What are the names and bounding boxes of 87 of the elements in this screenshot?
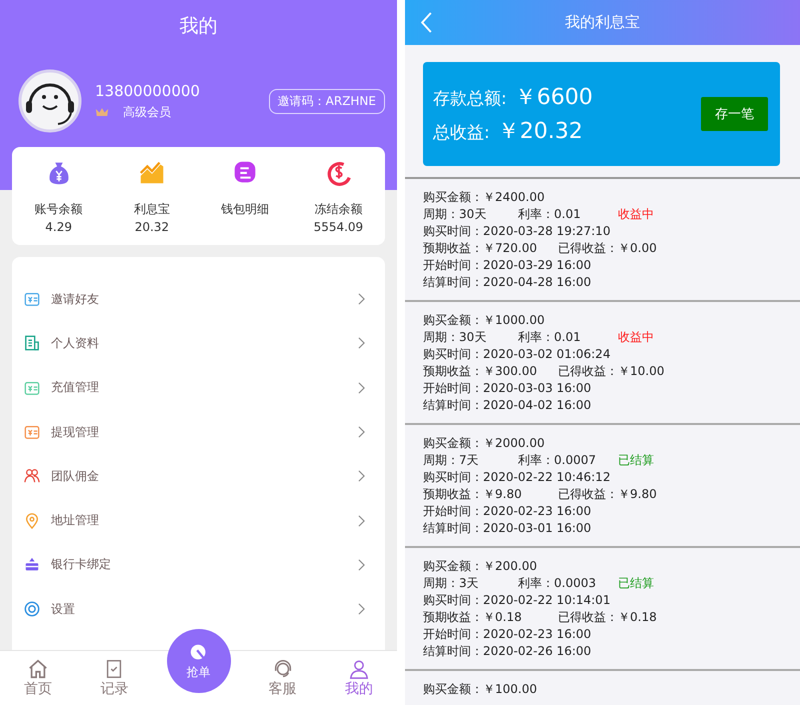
menu-item[interactable]: 地址管理	[12, 498, 385, 543]
stat-label: 冻结余额	[314, 201, 362, 218]
avatar-icon	[18, 69, 82, 133]
record-status: 已结算	[618, 452, 654, 469]
record-text: 购买金额：￥200.00	[423, 558, 538, 575]
record-text: 利率：0.0007	[518, 452, 597, 469]
card-icon	[24, 556, 40, 573]
total-income-label: 总收益:	[433, 122, 490, 144]
record-text: 已得收益：￥0.18	[558, 609, 657, 626]
record-text: 利率：0.01	[518, 206, 582, 223]
member-level: 高级会员	[123, 104, 171, 120]
stat-value: 5554.09	[314, 220, 364, 234]
menu-item[interactable]: 提现管理	[12, 410, 385, 454]
record-text: 购买金额：￥1000.00	[423, 312, 546, 329]
chevron-right-icon	[358, 603, 365, 616]
crown-icon	[95, 106, 109, 118]
people-icon	[24, 468, 40, 484]
screen-title: 我的	[178, 14, 218, 39]
record-text: 利率：0.01	[518, 329, 582, 346]
deposit-button[interactable]: 存一笔	[701, 97, 768, 131]
record-text: 周期：30天	[423, 206, 488, 223]
record-text: 结算时间：2020-02-26 16:00	[423, 643, 592, 660]
menu-item[interactable]: 设置	[12, 587, 385, 632]
menu-item[interactable]: 团队佣金	[12, 454, 385, 498]
chevron-right-icon	[358, 293, 365, 306]
location-pin-icon	[24, 512, 40, 529]
record-text: 已得收益：￥0.00	[558, 240, 657, 257]
settings-icon	[24, 601, 40, 618]
phone-number: 13800000000	[95, 82, 201, 100]
chevron-right-icon	[358, 337, 365, 350]
record-text: 预期收益：￥720.00	[423, 240, 538, 257]
record-text: 周期：30天	[423, 329, 488, 346]
record-text: 结算时间：2020-04-28 16:00	[423, 274, 592, 291]
menu-item[interactable]: 充值管理	[12, 366, 385, 410]
record-text: 预期收益：￥300.00	[423, 363, 538, 380]
person-icon	[348, 658, 370, 680]
chevron-right-icon	[358, 470, 365, 482]
record-text: 结算时间：2020-04-02 16:00	[423, 397, 592, 414]
record-text: 预期收益：￥9.80	[423, 486, 523, 503]
record-text: 购买金额：￥100.00	[423, 681, 538, 698]
back-icon[interactable]	[421, 12, 433, 33]
invite-code-badge: 邀请码：ARZHNE	[268, 88, 385, 114]
record-text: 开始时间：2020-03-03 16:00	[423, 380, 592, 397]
record-text: 购买金额：￥2000.00	[423, 435, 546, 452]
chevron-right-icon	[358, 426, 365, 438]
record-status: 已结算	[618, 575, 654, 592]
total-deposit-label: 存款总额:	[433, 88, 507, 110]
stat-value: 4.29	[45, 220, 72, 234]
record-text: 利率：0.0003	[518, 575, 597, 592]
card-icon	[24, 424, 40, 440]
chevron-right-icon	[358, 558, 365, 571]
stat-label: 钱包明细	[221, 201, 270, 218]
total-deposit-value: ￥6600	[514, 84, 593, 112]
record-text: 周期：7天	[423, 452, 480, 469]
record-text: 周期：3天	[423, 575, 480, 592]
record-text: 购买时间：2020-03-28 19:27:10	[423, 223, 612, 240]
card-icon	[24, 380, 40, 396]
menu-item[interactable]: 邀请好友	[12, 277, 385, 322]
document-icon	[24, 335, 40, 352]
tab-item[interactable]: 记录	[76, 651, 152, 705]
stat-value: 20.32	[134, 220, 170, 234]
total-income-value: ￥20.32	[498, 118, 583, 146]
record-text: 结算时间：2020-03-01 16:00	[423, 520, 592, 537]
record-text: 开始时间：2020-02-23 16:00	[423, 626, 592, 643]
record-status: 收益中	[618, 329, 654, 346]
record-text: 购买金额：￥2400.00	[423, 189, 546, 206]
stat-label: 利息宝	[134, 201, 170, 218]
menu-item[interactable]: 个人资料	[12, 321, 385, 366]
record-text: 已得收益：￥9.80	[558, 486, 657, 503]
record-text: 开始时间：2020-02-23 16:00	[423, 503, 592, 520]
record-text: 购买时间：2020-02-22 10:14:01	[423, 592, 612, 609]
tab-item[interactable]: 我的	[320, 651, 397, 705]
tab-item[interactable]: 客服	[244, 651, 321, 705]
menu-item[interactable]: 银行卡绑定	[12, 542, 385, 588]
chevron-right-icon	[358, 514, 365, 527]
screen-title: 我的利息宝	[565, 13, 640, 32]
record-status: 收益中	[618, 206, 654, 223]
record-text: 开始时间：2020-03-29 16:00	[423, 257, 592, 274]
tab-item[interactable]: 首页	[0, 651, 76, 705]
record-text: 已得收益：￥10.00	[558, 363, 664, 380]
tab-item[interactable]: 抢单	[166, 629, 230, 693]
chevron-right-icon	[358, 382, 365, 394]
record-text: 购买时间：2020-02-22 10:46:12	[423, 469, 612, 486]
record-text: 购买时间：2020-03-02 01:06:24	[423, 346, 612, 363]
stat-label: 账号余额	[34, 201, 83, 218]
home-icon	[27, 658, 50, 680]
record-text: 预期收益：￥0.18	[423, 609, 523, 626]
